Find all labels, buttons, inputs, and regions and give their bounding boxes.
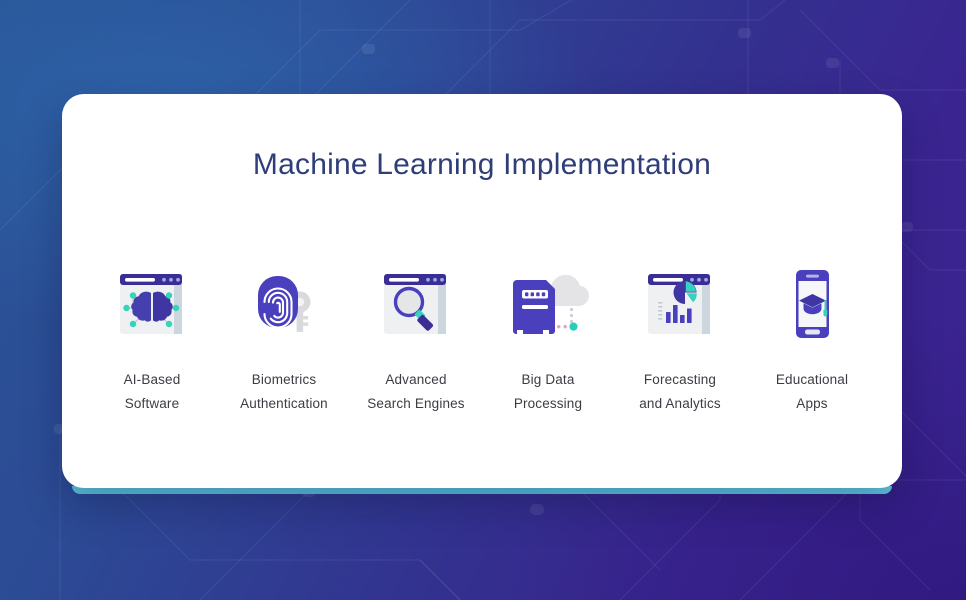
feature-label-line1: Educational — [775, 372, 849, 387]
slide-canvas: Machine Learning Implementation AI-Based… — [0, 0, 966, 600]
page-title: Machine Learning Implementation — [252, 148, 712, 181]
feature-item-forecasting-and-analytics[interactable]: Forecasting and Analytics — [614, 262, 746, 416]
browser-brain-icon — [109, 262, 195, 346]
browser-charts-icon — [637, 262, 723, 346]
feature-label-line2: Processing — [513, 396, 583, 411]
feature-label-line1: Big Data — [521, 372, 575, 387]
feature-label-line2: Search Engines — [367, 396, 465, 411]
feature-label-line2: Apps — [796, 396, 828, 411]
feature-item-ai-based-software[interactable]: AI-Based Software — [86, 262, 218, 416]
feature-label-line2: Authentication — [240, 396, 328, 411]
feature-label-line1: Biometrics — [251, 372, 317, 387]
feature-label-line1: AI-Based — [123, 372, 181, 387]
feature-label-line2: Software — [124, 396, 180, 411]
browser-search-icon — [373, 262, 459, 346]
fingerprint-key-icon — [241, 262, 327, 346]
feature-list: AI-Based Software Biometrics Authenticat… — [86, 262, 878, 416]
memory-card-cloud-icon — [505, 262, 591, 346]
feature-label: Educational Apps — [776, 368, 848, 416]
feature-label-line1: Advanced — [385, 372, 447, 387]
feature-item-big-data-processing[interactable]: Big Data Processing — [482, 262, 614, 416]
feature-label: Advanced Search Engines — [367, 368, 464, 416]
feature-item-advanced-search-engines[interactable]: Advanced Search Engines — [350, 262, 482, 416]
feature-label-line2: and Analytics — [639, 396, 721, 411]
feature-label: Forecasting and Analytics — [639, 368, 721, 416]
feature-label: Biometrics Authentication — [240, 368, 328, 416]
feature-item-educational-apps[interactable]: Educational Apps — [746, 262, 878, 416]
feature-item-biometrics-authentication[interactable]: Biometrics Authentication — [218, 262, 350, 416]
feature-label: Big Data Processing — [514, 368, 582, 416]
phone-graduation-cap-icon — [769, 262, 855, 346]
feature-label-line1: Forecasting — [643, 372, 717, 387]
content-card: Machine Learning Implementation AI-Based… — [62, 94, 902, 488]
feature-label: AI-Based Software — [124, 368, 181, 416]
